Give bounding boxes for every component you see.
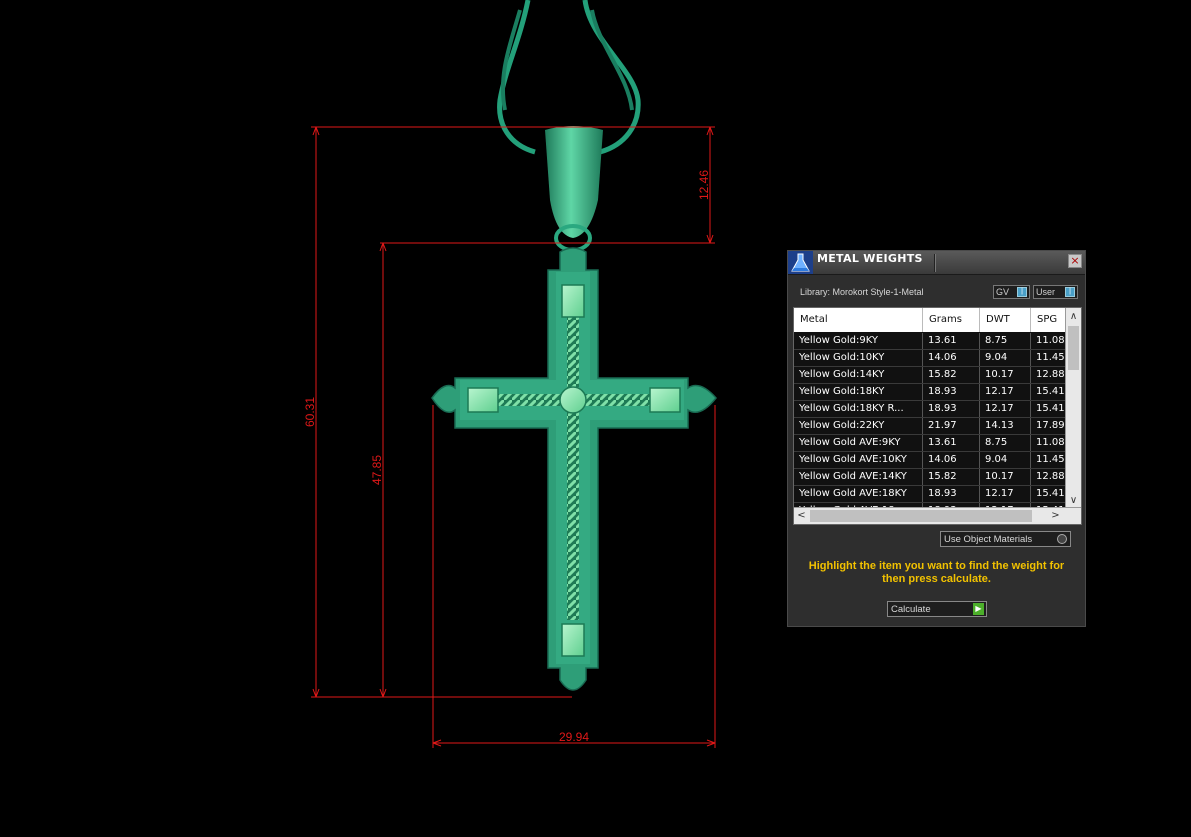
metal-cell: Yellow Gold AVE:10KY — [794, 452, 923, 468]
table-row[interactable]: Yellow Gold AVE:10KY 14.06 9.04 11.45 — [794, 452, 1066, 469]
user-toggle[interactable]: User | — [1033, 285, 1078, 299]
spg-cell: 15.41 — [1036, 488, 1065, 499]
horizontal-scrollbar[interactable]: < > — [794, 507, 1081, 524]
spg-cell: 15.41 — [1036, 403, 1065, 414]
table-row[interactable]: Yellow Gold AVE:9KY 13.61 8.75 11.08 — [794, 435, 1066, 452]
dwt-cell: 9.04 — [980, 452, 1031, 468]
column-header-metal[interactable]: Metal — [794, 308, 923, 332]
cross-pendant — [431, 247, 717, 691]
metal-cell: Yellow Gold AVE:9KY — [794, 435, 923, 451]
spg-cell: 11.45 — [1036, 352, 1065, 363]
table-row[interactable]: Yellow Gold:14KY 15.82 10.17 12.88 — [794, 367, 1066, 384]
toggle-switch-icon: | — [1065, 287, 1075, 297]
table-row[interactable]: Yellow Gold:9KY 13.61 8.75 11.08 — [794, 333, 1066, 350]
flask-logo-icon — [788, 251, 813, 274]
grams-cell: 15.82 — [923, 367, 980, 383]
dwt-cell: 8.75 — [980, 435, 1031, 451]
spg-cell: 12.88 — [1036, 369, 1065, 380]
metal-cell: Yellow Gold:14KY — [794, 367, 923, 383]
spg-cell: 11.08 — [1036, 437, 1065, 448]
grams-cell: 18.93 — [923, 384, 980, 400]
grams-cell: 14.06 — [923, 350, 980, 366]
table-row[interactable]: Yellow Gold:22KY 21.97 14.13 17.89 — [794, 418, 1066, 435]
dwt-cell: 14.13 — [980, 418, 1031, 434]
dimension-bail-height: 12.46 — [697, 170, 711, 200]
vertical-scroll-thumb[interactable] — [1068, 326, 1079, 370]
grams-cell: 13.61 — [923, 333, 980, 349]
panel-title: METAL WEIGHTS — [817, 252, 923, 265]
grams-cell: 21.97 — [923, 418, 980, 434]
column-header-dwt[interactable]: DWT — [980, 308, 1031, 332]
close-button[interactable]: × — [1068, 254, 1082, 268]
dwt-cell: 10.17 — [980, 469, 1031, 485]
dimension-width: 29.94 — [559, 730, 589, 744]
dwt-cell: 10.17 — [980, 367, 1031, 383]
play-arrow-icon: ▶ — [973, 603, 984, 615]
gv-toggle[interactable]: GV | — [993, 285, 1030, 299]
grams-cell: 14.06 — [923, 452, 980, 468]
dwt-cell: 12.17 — [980, 486, 1031, 502]
table-row[interactable]: Yellow Gold:18KY 18.93 12.17 15.41 — [794, 384, 1066, 401]
column-header-spg[interactable]: SPG — [1031, 308, 1066, 332]
column-header-grams[interactable]: Grams — [923, 308, 980, 332]
grams-cell: 18.93 — [923, 401, 980, 417]
spg-cell: 17.89 — [1036, 420, 1065, 431]
dwt-cell: 8.75 — [980, 333, 1031, 349]
hint-text: Highlight the item you want to find the … — [808, 560, 1065, 585]
spg-cell: 11.45 — [1036, 454, 1065, 465]
dwt-cell: 12.17 — [980, 384, 1031, 400]
horizontal-scroll-thumb[interactable] — [810, 510, 1032, 522]
use-object-materials-label: Use Object Materials — [944, 534, 1033, 545]
dimension-lines — [311, 126, 716, 748]
calculate-button[interactable]: Calculate ▶ — [887, 601, 987, 617]
dimension-total-height: 60.31 — [303, 397, 317, 427]
gv-toggle-label: GV — [996, 287, 1010, 297]
spg-cell: 11.08 — [1036, 335, 1065, 346]
table-row[interactable]: Yellow Gold AVE:14KY 15.82 10.17 12.88 — [794, 469, 1066, 486]
metal-cell: Yellow Gold:18KY R... — [794, 401, 923, 417]
grams-cell: 13.61 — [923, 435, 980, 451]
metal-cell: Yellow Gold AVE:14KY — [794, 469, 923, 485]
table-row[interactable]: Yellow Gold AVE:18KY 18.93 12.17 15.41 — [794, 486, 1066, 503]
grams-cell: 15.82 — [923, 469, 980, 485]
dwt-cell: 12.17 — [980, 401, 1031, 417]
table-header: Metal Grams DWT SPG — [794, 308, 1066, 332]
dimension-body-height: 47.85 — [370, 455, 384, 485]
metal-cell: Yellow Gold:22KY — [794, 418, 923, 434]
metal-weights-panel: METAL WEIGHTS × Library: Morokort Style-… — [787, 250, 1086, 627]
calculate-label: Calculate — [891, 604, 931, 615]
scroll-left-icon[interactable]: < — [794, 509, 809, 523]
metal-table[interactable]: Metal Grams DWT SPG Yellow Gold:9KY 13.61… — [793, 307, 1082, 525]
scroll-right-icon[interactable]: > — [1048, 509, 1063, 523]
metal-cell: Yellow Gold:18KY — [794, 384, 923, 400]
spg-cell: 12.88 — [1036, 471, 1065, 482]
metal-cell: Yellow Gold:9KY — [794, 333, 923, 349]
use-object-materials-option[interactable]: Use Object Materials — [940, 531, 1071, 547]
scroll-down-icon[interactable]: ∨ — [1066, 494, 1081, 508]
spg-cell: 15.41 — [1036, 386, 1065, 397]
table-row[interactable]: Yellow Gold:10KY 14.06 9.04 11.45 — [794, 350, 1066, 367]
radio-icon[interactable] — [1057, 534, 1067, 544]
table-row[interactable]: Yellow Gold:18KY R... 18.93 12.17 15.41 — [794, 401, 1066, 418]
grams-cell: 18.93 — [923, 486, 980, 502]
dwt-cell: 9.04 — [980, 350, 1031, 366]
vertical-scrollbar[interactable]: ∧ ∨ — [1065, 308, 1081, 508]
bail — [545, 126, 603, 252]
panel-header[interactable]: METAL WEIGHTS × — [788, 251, 1085, 275]
user-toggle-label: User — [1036, 287, 1056, 297]
metal-cell: Yellow Gold AVE:18KY — [794, 486, 923, 502]
table-rows: Yellow Gold:9KY 13.61 8.75 11.08 Yellow Gold… — [794, 333, 1066, 520]
toggle-switch-icon: | — [1017, 287, 1027, 297]
metal-cell: Yellow Gold:10KY — [794, 350, 923, 366]
library-label: Library: Morokort Style-1-Metal — [800, 287, 924, 297]
title-divider — [934, 254, 936, 272]
scroll-up-icon[interactable]: ∧ — [1066, 310, 1081, 324]
